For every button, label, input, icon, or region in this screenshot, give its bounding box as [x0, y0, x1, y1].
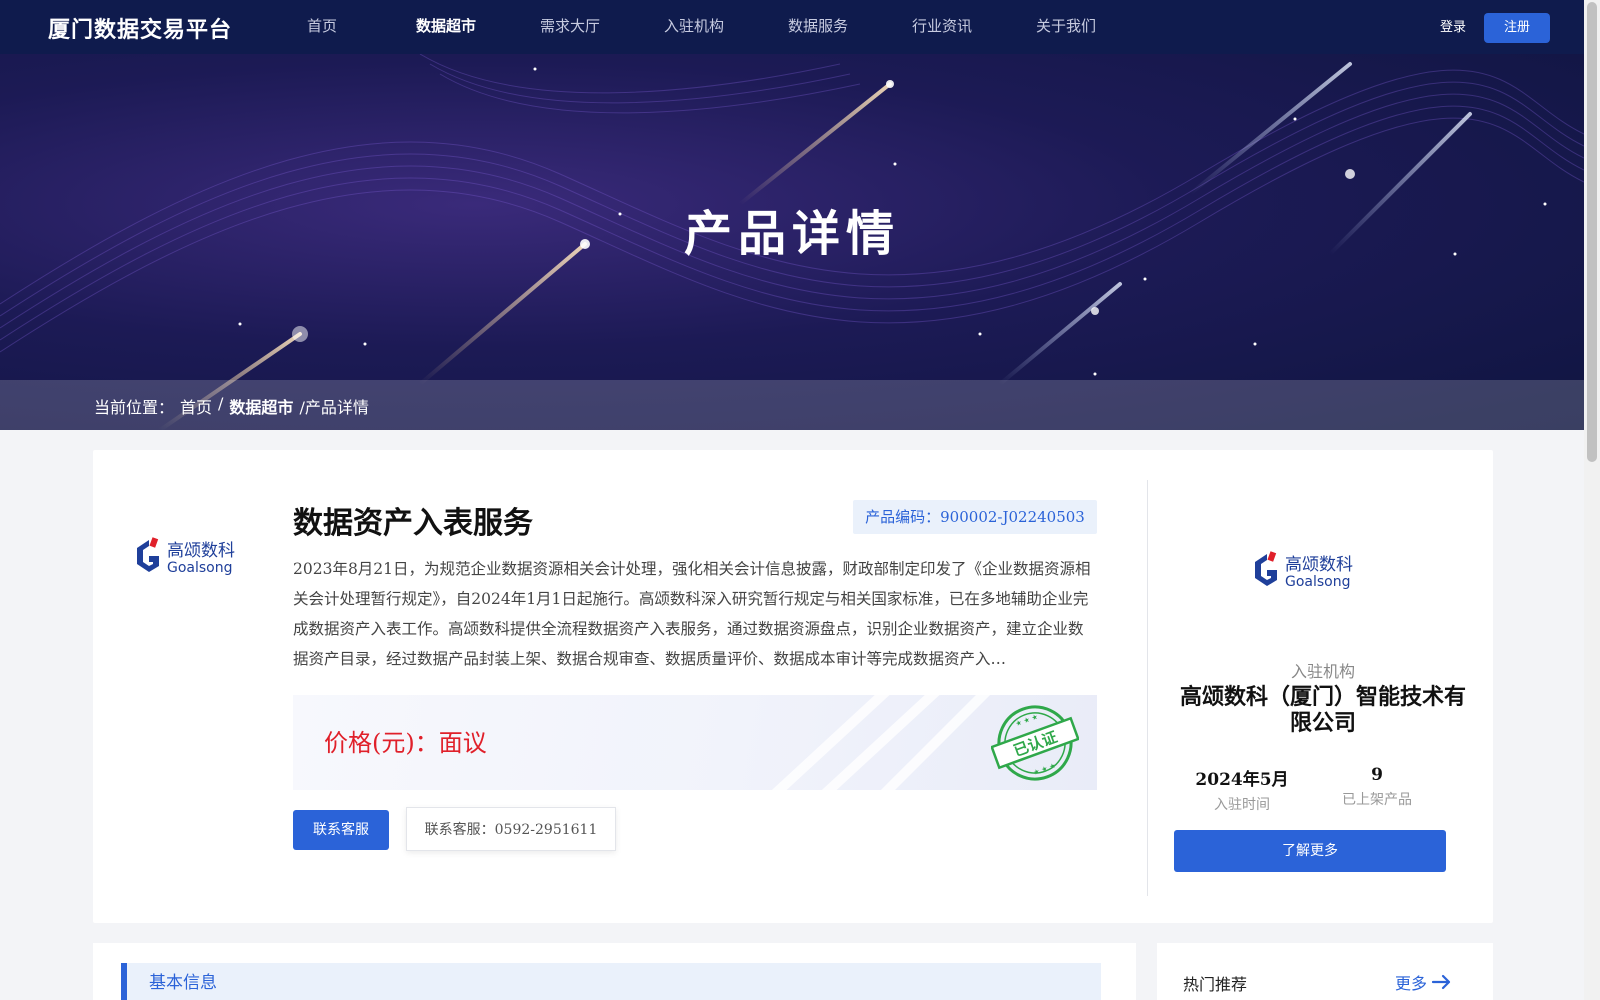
product-count-stat: 9 已上架产品	[1312, 765, 1442, 809]
arrow-right-icon	[1431, 974, 1451, 990]
join-time-label: 入驻时间	[1214, 797, 1270, 813]
brand-en-text: Goalsong	[167, 560, 233, 576]
basic-info-card: 基本信息	[93, 943, 1136, 1000]
breadcrumb: 当前位置： 首页 / 数据超市 /产品详情	[94, 394, 375, 418]
hot-more-link[interactable]: 更多	[1395, 970, 1453, 994]
product-detail-card: 高颂数科 Goalsong 数据资产入表服务 产品编码：900002-J0224…	[93, 450, 1493, 923]
product-code: 产品编码：900002-J02240503	[853, 500, 1097, 534]
page-title: 产品详情	[683, 206, 900, 262]
product-count-label: 已上架产品	[1342, 792, 1412, 808]
price-text: 价格(元)：面议	[324, 729, 487, 757]
nav-home[interactable]: 首页	[260, 0, 384, 54]
card-divider	[1147, 480, 1148, 896]
basic-info-title: 基本信息	[121, 963, 1101, 1000]
hot-more-label: 更多	[1395, 974, 1428, 993]
register-button[interactable]: 注册	[1484, 13, 1550, 43]
org-brand-en-text: Goalsong	[1285, 574, 1351, 590]
breadcrumb-current: /产品详情	[299, 398, 369, 417]
nav-about-us[interactable]: 关于我们	[1004, 0, 1128, 54]
scrollbar-thumb[interactable]	[1587, 2, 1597, 462]
breadcrumb-home[interactable]: 首页	[180, 394, 212, 418]
breadcrumb-separator: /	[218, 394, 224, 413]
breadcrumb-prefix: 当前位置：	[94, 398, 175, 417]
nav-data-market[interactable]: 数据超市	[384, 0, 508, 54]
top-navbar: 厦门数据交易平台 首页 数据超市 需求大厅 入驻机构 数据服务 行业资讯 关于我…	[0, 0, 1584, 54]
learn-more-button[interactable]: 了解更多	[1174, 830, 1446, 872]
svg-text:★ ★ ★: ★ ★ ★	[1014, 713, 1039, 728]
organization-logo: 高颂数科 Goalsong	[1255, 551, 1353, 590]
certified-stamp-icon: 已认证 ★ ★ ★ ★ ★ ★	[991, 705, 1079, 781]
hot-recommend-title: 热门推荐	[1183, 975, 1248, 994]
contact-service-button[interactable]: 联系客服	[293, 810, 389, 850]
nav-institutions[interactable]: 入驻机构	[632, 0, 756, 54]
page-scrollbar[interactable]	[1584, 0, 1600, 1000]
nav-data-services[interactable]: 数据服务	[756, 0, 880, 54]
org-brand-cn-text: 高颂数科	[1285, 555, 1353, 575]
breadcrumb-data-market[interactable]: 数据超市	[229, 394, 293, 418]
contact-service-popup: 联系客服：0592-2951611	[406, 807, 616, 851]
hot-recommend-card: 热门推荐 更多	[1157, 943, 1493, 1000]
join-time-value: 2024年5月	[1195, 770, 1289, 790]
product-title: 数据资产入表服务	[293, 506, 533, 541]
login-link[interactable]: 登录	[1440, 16, 1466, 35]
organization-label: 入驻机构	[1290, 662, 1355, 681]
brand-cn-text: 高颂数科	[167, 541, 235, 561]
organization-name: 高颂数科（厦门）智能技术有限公司	[1179, 684, 1466, 736]
site-logo[interactable]: 厦门数据交易平台	[48, 12, 232, 44]
hero-banner: 产品详情 当前位置： 首页 / 数据超市 /产品详情	[0, 54, 1584, 430]
join-time-stat: 2024年5月 入驻时间	[1177, 765, 1307, 814]
product-description: 2023年8月21日，为规范企业数据资源相关会计处理，强化相关会计信息披露，财政…	[293, 560, 1091, 668]
goalsong-logo: 高颂数科 Goalsong	[137, 537, 235, 576]
main-nav: 首页 数据超市 需求大厅 入驻机构 数据服务 行业资讯 关于我们	[260, 0, 1128, 54]
price-box: 价格(元)：面议 已认证 ★ ★ ★ ★ ★ ★	[293, 695, 1097, 790]
breadcrumb-bar: 当前位置： 首页 / 数据超市 /产品详情	[0, 380, 1584, 430]
nav-industry-news[interactable]: 行业资讯	[880, 0, 1004, 54]
product-count-value: 9	[1371, 765, 1383, 785]
nav-demand-hall[interactable]: 需求大厅	[508, 0, 632, 54]
